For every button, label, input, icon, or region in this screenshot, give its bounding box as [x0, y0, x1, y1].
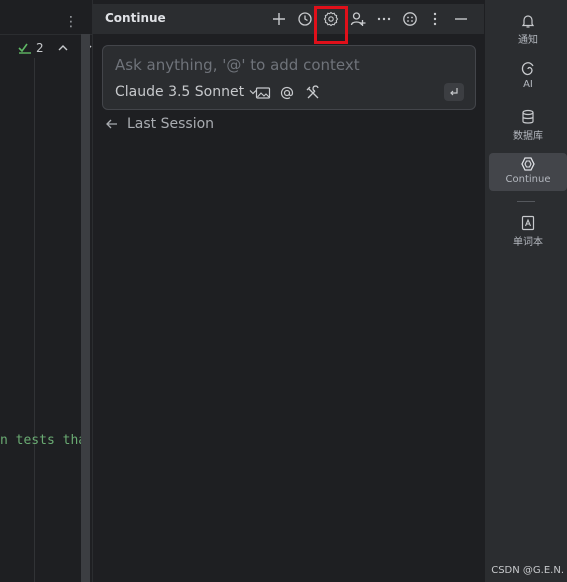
database-icon: [522, 109, 534, 124]
editor-toolbar: ⋮: [0, 6, 92, 34]
ai-spiral-icon: [521, 62, 534, 76]
continue-icon: [521, 157, 535, 171]
image-icon[interactable]: [255, 85, 271, 101]
more-vertical-icon[interactable]: [427, 11, 443, 27]
bell-icon: [521, 15, 535, 28]
tool-notifications[interactable]: 通知: [489, 10, 567, 48]
toolstrip-separator: [517, 201, 535, 202]
at-mention-icon[interactable]: [279, 85, 295, 101]
code-line[interactable]: n tests tha: [0, 433, 90, 448]
panel-header: Continue: [93, 4, 485, 44]
editor-scrollbar-thumb[interactable]: [81, 34, 90, 582]
gear-highlight-box: [314, 6, 348, 44]
chat-input-box[interactable]: Ask anything, '@' to add context Claude …: [102, 45, 476, 110]
check-double-icon: [18, 43, 31, 54]
last-session-link[interactable]: Last Session: [105, 116, 214, 132]
history-icon[interactable]: [297, 11, 313, 27]
indent-guide: [34, 58, 35, 582]
ide-window: ⋮ 2 n tests tha Continue Ask anything, '…: [0, 0, 567, 582]
enter-button[interactable]: [444, 83, 464, 101]
tool-window-strip: 通知 AI 数据库 Continue 单词本 CSDN @G.E.N.: [484, 0, 567, 582]
more-vertical-icon[interactable]: ⋮: [64, 14, 78, 30]
watermark: CSDN @G.E.N.: [491, 565, 564, 576]
editor-divider: [0, 34, 92, 35]
editor-area: ⋮ 2 n tests tha: [0, 0, 92, 582]
continue-panel: Continue Ask anything, '@' to add contex…: [92, 0, 485, 582]
tool-database[interactable]: 数据库: [489, 106, 567, 144]
panel-title: Continue: [105, 11, 166, 25]
tool-continue[interactable]: Continue: [489, 153, 567, 191]
minimize-icon[interactable]: [453, 11, 469, 27]
tool-label: 通知: [518, 35, 538, 46]
inspection-count: 2: [36, 41, 44, 55]
model-selector[interactable]: Claude 3.5 Sonnet: [115, 84, 258, 100]
tool-wordbook[interactable]: 单词本: [489, 212, 567, 250]
tool-ai[interactable]: AI: [489, 58, 567, 96]
chevron-up-icon[interactable]: [56, 41, 70, 55]
tool-label: 数据库: [513, 131, 543, 142]
chat-input-placeholder[interactable]: Ask anything, '@' to add context: [115, 56, 360, 74]
arrow-left-icon: [106, 119, 117, 129]
person-add-icon[interactable]: [350, 11, 366, 27]
model-name: Claude 3.5 Sonnet: [115, 84, 245, 100]
tools-icon[interactable]: [305, 85, 321, 101]
tool-label: Continue: [505, 174, 551, 185]
enter-icon: [450, 88, 458, 96]
tool-label: 单词本: [513, 237, 543, 248]
ellipsis-icon[interactable]: [376, 11, 392, 27]
emoji-icon[interactable]: [402, 11, 418, 27]
tool-label: AI: [523, 79, 533, 90]
last-session-label: Last Session: [127, 116, 215, 132]
plus-icon[interactable]: [271, 11, 287, 27]
wordbook-icon: [521, 215, 535, 231]
